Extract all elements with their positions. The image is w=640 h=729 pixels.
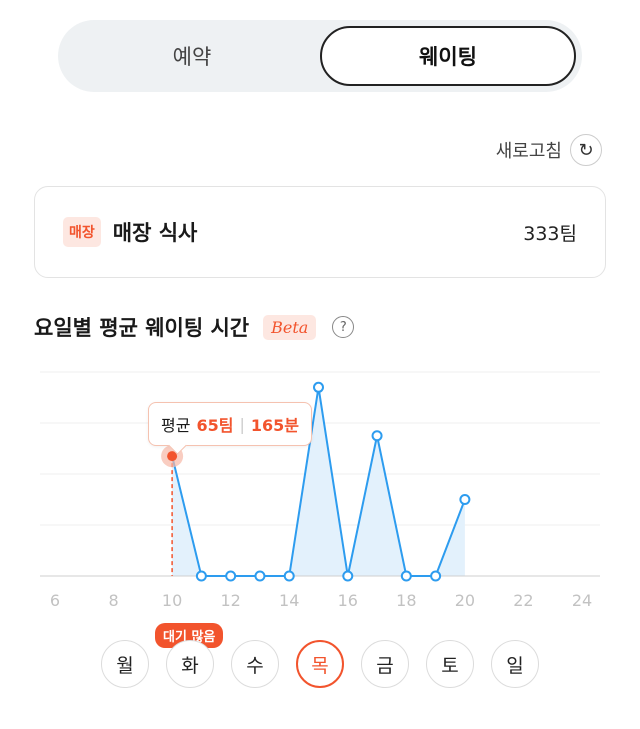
tooltip-minutes: 165분 xyxy=(250,416,299,435)
tooltip-teams: 65팀 xyxy=(196,416,234,435)
tab-switcher: 예약 웨이팅 xyxy=(58,20,582,92)
data-point xyxy=(225,570,237,582)
x-tick-label: 6 xyxy=(50,591,60,610)
tooltip-prefix: 평균 xyxy=(161,416,191,435)
refresh-label: 새로고침 xyxy=(495,141,562,162)
data-point xyxy=(313,381,324,393)
x-tick-label: 22 xyxy=(513,591,533,610)
day-fri[interactable]: 금 xyxy=(361,640,409,688)
section-title: 요일별 평균 웨이팅 시간 xyxy=(34,316,250,340)
x-tick-label: 10 xyxy=(162,591,182,610)
data-point xyxy=(254,570,266,582)
day-sun[interactable]: 일 xyxy=(491,640,539,688)
x-tick-label: 24 xyxy=(572,591,592,610)
x-tick-label: 16 xyxy=(338,591,358,610)
data-point xyxy=(283,570,295,582)
day-thu[interactable]: 목 xyxy=(296,640,344,688)
tab-waiting[interactable]: 웨이팅 xyxy=(320,26,576,86)
data-point xyxy=(342,570,354,582)
section-header: 요일별 평균 웨이팅 시간 Beta ? xyxy=(34,312,355,342)
x-tick-label: 20 xyxy=(455,591,475,610)
card-title: 매장 식사 xyxy=(112,221,198,245)
data-point xyxy=(371,430,383,442)
tooltip-separator: | xyxy=(239,414,245,434)
data-point xyxy=(195,570,207,582)
data-point xyxy=(459,494,471,505)
waiting-time-chart: 6 8 10 12 14 16 18 20 22 24 xyxy=(40,371,600,610)
store-badge: 매장 xyxy=(63,217,101,247)
refresh-icon[interactable]: ↻ xyxy=(570,134,602,166)
question-icon[interactable]: ? xyxy=(332,316,355,338)
x-tick-label: 14 xyxy=(279,591,299,610)
chart-tooltip: 평균 65팀 | 165분 xyxy=(148,402,312,446)
team-count: 333팀 xyxy=(523,222,577,245)
dine-in-card: 매장 매장 식사 333팀 xyxy=(34,186,606,278)
tab-reservation[interactable]: 예약 xyxy=(64,26,320,86)
data-point xyxy=(430,570,442,582)
day-mon[interactable]: 월 xyxy=(101,640,149,688)
x-tick-label: 8 xyxy=(108,591,118,610)
x-tick-label: 12 xyxy=(220,591,240,610)
day-selector: 월 화 수 목 금 토 일 xyxy=(0,640,640,690)
day-tue[interactable]: 화 xyxy=(166,640,214,688)
refresh-button[interactable]: 새로고침 ↻ xyxy=(496,134,602,166)
data-point xyxy=(400,570,412,582)
x-tick-label: 18 xyxy=(396,591,416,610)
day-wed[interactable]: 수 xyxy=(231,640,279,688)
day-sat[interactable]: 토 xyxy=(426,640,474,688)
beta-badge: Beta xyxy=(263,314,317,340)
